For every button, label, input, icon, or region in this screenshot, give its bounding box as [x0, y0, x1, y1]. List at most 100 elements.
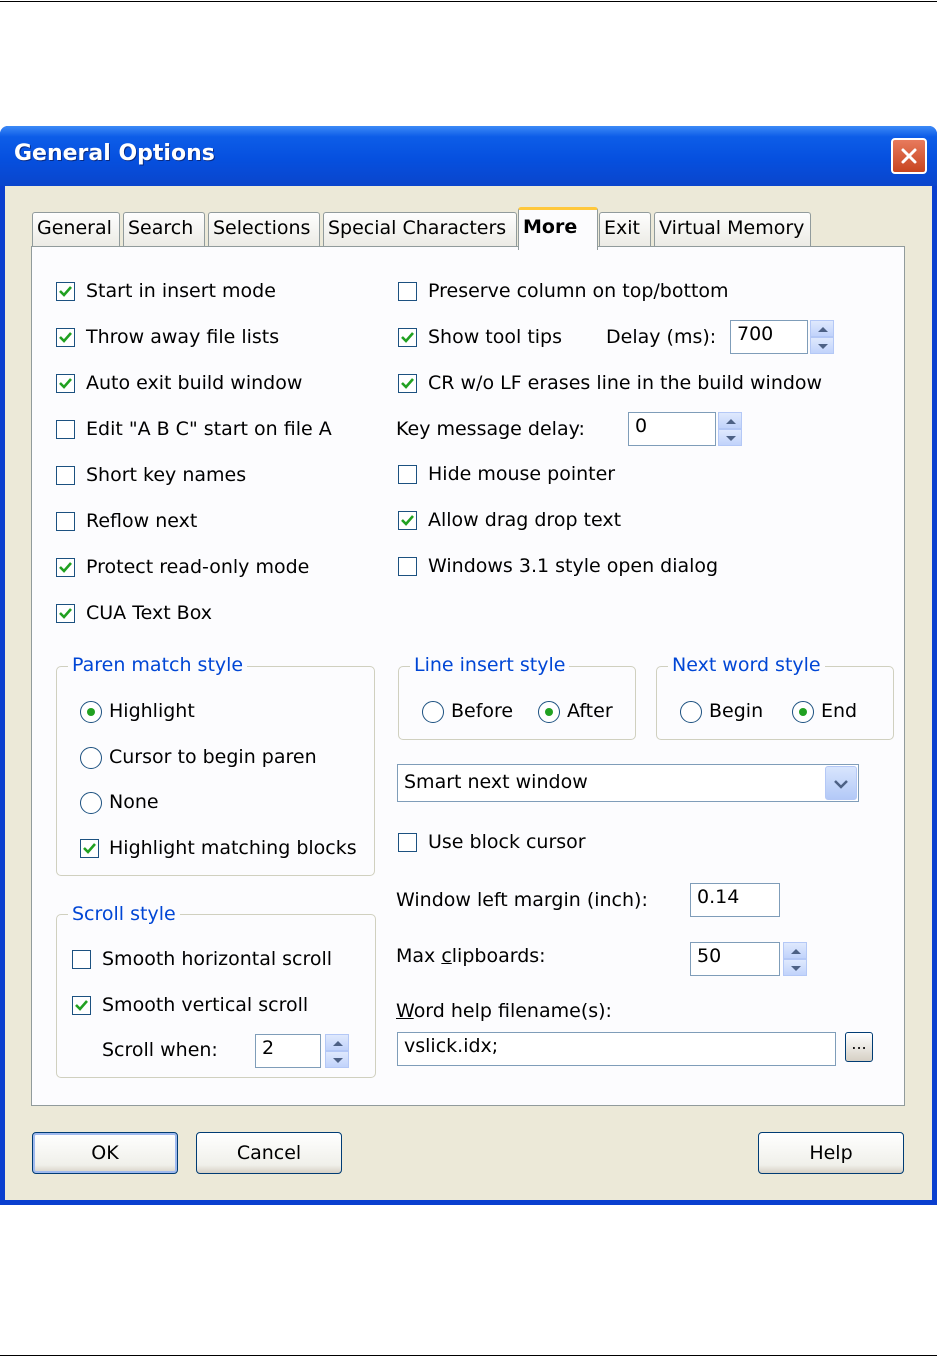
checkmark-icon: [59, 378, 72, 389]
preserve-column-checkbox[interactable]: [398, 282, 417, 301]
smooth-horizontal-label: Smooth horizontal scroll: [102, 948, 333, 970]
word-help-accel: W: [396, 1000, 414, 1022]
radio-highlight[interactable]: [80, 701, 102, 723]
dropdown-button[interactable]: [825, 766, 857, 800]
left-option-checkbox[interactable]: [56, 328, 75, 347]
cr-wo-lf-label: CR w/o LF erases line in the build windo…: [428, 372, 823, 394]
radio-after[interactable]: [538, 701, 560, 723]
browse-button[interactable]: ...: [845, 1032, 873, 1062]
checkmark-icon: [59, 562, 72, 573]
spin-up-button[interactable]: [783, 942, 807, 959]
left-option-label: Reflow next: [86, 510, 198, 532]
tab-exit[interactable]: Exit: [599, 212, 651, 246]
checkmark-icon: [83, 843, 96, 854]
word-help-input[interactable]: vslick.idx;: [397, 1032, 836, 1066]
spin-up-button[interactable]: [718, 412, 742, 429]
radio-none-label: None: [109, 791, 159, 813]
tab-general[interactable]: General: [32, 212, 120, 246]
hide-mouse-checkbox[interactable]: [398, 465, 417, 484]
next-window-value: Smart next window: [404, 771, 588, 793]
help-button[interactable]: Help: [758, 1132, 904, 1174]
radio-begin[interactable]: [680, 701, 702, 723]
max-clipboards-spinner[interactable]: [783, 942, 807, 976]
highlight-blocks-checkbox[interactable]: [80, 839, 99, 858]
scroll-when-input[interactable]: 2: [255, 1034, 321, 1068]
next-word-title: Next word style: [668, 654, 825, 676]
window-title: General Options: [14, 141, 215, 166]
tab-label-exit: Exit: [604, 217, 640, 239]
close-button[interactable]: [891, 138, 927, 174]
left-option-checkbox[interactable]: [56, 604, 75, 623]
checkmark-icon: [59, 286, 72, 297]
close-icon: [901, 148, 917, 164]
radio-before[interactable]: [422, 701, 444, 723]
left-option-checkbox[interactable]: [56, 466, 75, 485]
delay-spinner[interactable]: [810, 320, 834, 354]
left-option-label: Start in insert mode: [86, 280, 276, 302]
use-block-cursor-label: Use block cursor: [428, 831, 586, 853]
arrow-down-icon: [333, 1058, 343, 1063]
delay-input[interactable]: 700: [730, 320, 808, 354]
delay-label: Delay (ms):: [606, 326, 717, 348]
max-clipboards-input[interactable]: 50: [690, 942, 780, 976]
key-message-delay-input[interactable]: 0: [628, 412, 716, 446]
max-clipboards-value: 50: [697, 945, 722, 967]
cr-wo-lf-checkbox[interactable]: [398, 374, 417, 393]
ok-button[interactable]: OK: [32, 1132, 178, 1174]
tab-label-virtual-memory: Virtual Memory: [659, 217, 805, 239]
tab-label-search: Search: [128, 217, 194, 239]
spin-up-button[interactable]: [810, 320, 834, 337]
radio-selected-dot: [799, 708, 807, 716]
left-option-checkbox[interactable]: [56, 512, 75, 531]
radio-end[interactable]: [792, 701, 814, 723]
left-option-checkbox[interactable]: [56, 282, 75, 301]
next-window-dropdown[interactable]: Smart next window: [397, 764, 859, 802]
spin-up-button[interactable]: [325, 1034, 349, 1051]
left-option-label: Auto exit build window: [86, 372, 303, 394]
left-option-checkbox[interactable]: [56, 374, 75, 393]
tab-label-general: General: [37, 217, 112, 239]
help-label: Help: [809, 1142, 853, 1164]
spin-down-button[interactable]: [325, 1051, 349, 1068]
radio-cursor-to-begin-paren[interactable]: [80, 747, 102, 769]
checkmark-icon: [59, 332, 72, 343]
use-block-cursor-checkbox[interactable]: [398, 833, 417, 852]
scroll-style-title: Scroll style: [68, 903, 180, 925]
left-option-label: Short key names: [86, 464, 247, 486]
win31-checkbox[interactable]: [398, 557, 417, 576]
smooth-vertical-checkbox[interactable]: [72, 996, 91, 1015]
left-option-checkbox[interactable]: [56, 558, 75, 577]
radio-begin-label: Begin: [709, 700, 764, 722]
show-tool-tips-checkbox[interactable]: [398, 328, 417, 347]
browse-label: ...: [851, 1034, 867, 1053]
radio-none[interactable]: [80, 792, 102, 814]
tab-special-characters[interactable]: Special Characters: [323, 212, 517, 246]
arrow-down-icon: [726, 436, 736, 441]
window-left-margin-label: Window left margin (inch):: [396, 889, 648, 911]
key-delay-value: 0: [635, 415, 648, 437]
window-left-margin-input[interactable]: 0.14: [690, 883, 780, 917]
tab-virtual-memory[interactable]: Virtual Memory: [654, 212, 811, 246]
title-bar[interactable]: General Options: [0, 126, 937, 186]
max-clipboards-label: Max clipboards:: [396, 945, 546, 967]
left-option-checkbox[interactable]: [56, 420, 75, 439]
left-option-label: Edit "A B C" start on file A: [86, 418, 332, 440]
spin-down-button[interactable]: [783, 959, 807, 976]
allow-drag-checkbox[interactable]: [398, 511, 417, 530]
spin-down-button[interactable]: [718, 429, 742, 446]
checkmark-icon: [401, 332, 414, 343]
checkmark-icon: [401, 378, 414, 389]
scroll-when-value: 2: [262, 1037, 275, 1059]
arrow-down-icon: [791, 966, 801, 971]
cancel-button[interactable]: Cancel: [196, 1132, 342, 1174]
tab-search[interactable]: Search: [123, 212, 205, 246]
spin-down-button[interactable]: [810, 337, 834, 354]
radio-selected-dot: [545, 708, 553, 716]
key-delay-spinner[interactable]: [718, 412, 742, 446]
tab-more[interactable]: More: [518, 207, 598, 250]
scroll-when-spinner[interactable]: [325, 1034, 349, 1068]
paren-match-title: Paren match style: [68, 654, 248, 676]
tab-selections[interactable]: Selections: [208, 212, 320, 246]
checkmark-icon: [401, 515, 414, 526]
smooth-horizontal-checkbox[interactable]: [72, 950, 91, 969]
